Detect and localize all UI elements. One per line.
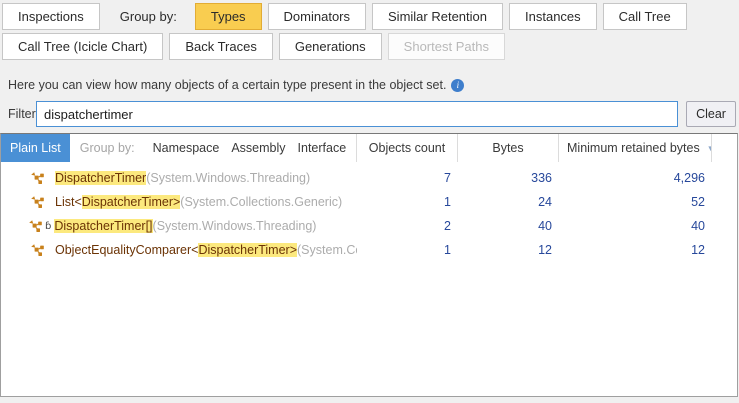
table-row[interactable]: ɓ DispatcherTimer[] (System.Windows.Thre…	[1, 214, 737, 238]
group-by-interface-link[interactable]: Interface	[298, 141, 347, 155]
bytes-header-label: Bytes	[492, 141, 523, 155]
min-retained-value: 52	[559, 195, 712, 209]
name-column-header: Plain List Group by: Namespace Assembly …	[1, 134, 357, 162]
grid-header: Plain List Group by: Namespace Assembly …	[1, 134, 737, 162]
type-name-match: DispatcherTimer>	[198, 243, 297, 257]
type-name-prefix: ObjectEqualityComparer<	[55, 243, 198, 257]
group-by-namespace-link[interactable]: Namespace	[153, 141, 220, 155]
tab-generations[interactable]: Generations	[279, 33, 382, 60]
min-retained-value: 12	[559, 243, 712, 257]
table-row[interactable]: DispatcherTimer (System.Windows.Threadin…	[1, 166, 737, 190]
group-by-label: Group by:	[106, 9, 189, 24]
tab-dominators[interactable]: Dominators	[268, 3, 366, 30]
objects-count-header-label: Objects count	[369, 141, 445, 155]
view-description: Here you can view how many objects of a …	[8, 78, 464, 92]
tab-call-tree[interactable]: Call Tree	[603, 3, 687, 30]
type-namespace: (System.Col	[297, 243, 357, 257]
grid-body: DispatcherTimer (System.Windows.Threadin…	[1, 162, 737, 262]
types-grid: Plain List Group by: Namespace Assembly …	[0, 133, 738, 397]
view-tabs-row-2: Call Tree (Icicle Chart) Back Traces Gen…	[2, 33, 505, 60]
objects-count-value: 2	[357, 219, 458, 233]
type-name-match: DispatcherTimer	[55, 171, 146, 185]
bytes-value: 12	[458, 243, 559, 257]
group-by-assembly-link[interactable]: Assembly	[231, 141, 285, 155]
objects-count-value: 7	[357, 171, 458, 185]
bytes-column-header[interactable]: Bytes	[458, 134, 559, 162]
type-icon	[30, 195, 45, 209]
type-icon	[30, 243, 45, 257]
tab-similar-retention[interactable]: Similar Retention	[372, 3, 503, 30]
tab-inspections[interactable]: Inspections	[2, 3, 100, 30]
tab-call-tree-icicle-chart[interactable]: Call Tree (Icicle Chart)	[2, 33, 163, 60]
plain-list-toggle[interactable]: Plain List	[1, 134, 70, 162]
bytes-value: 336	[458, 171, 559, 185]
filter-input[interactable]	[36, 101, 678, 127]
dotmemory-type-list-panel: Inspections Group by: Types Dominators S…	[0, 0, 739, 403]
bytes-value: 24	[458, 195, 559, 209]
tab-back-traces[interactable]: Back Traces	[169, 33, 273, 60]
type-name-prefix: List<	[55, 195, 82, 209]
type-icon	[30, 171, 45, 185]
type-name-match: DispatcherTimer[]	[54, 219, 152, 233]
description-text: Here you can view how many objects of a …	[8, 78, 446, 92]
filter-label: Filter:	[8, 107, 36, 121]
type-namespace: (System.Windows.Threading)	[146, 171, 310, 185]
objects-count-column-header[interactable]: Objects count	[357, 134, 458, 162]
header-spacer	[712, 134, 737, 162]
tab-types[interactable]: Types	[195, 3, 262, 30]
type-namespace: (System.Collections.Generic)	[180, 195, 342, 209]
type-namespace: (System.Windows.Threading)	[153, 219, 317, 233]
min-retained-value: 4,296	[559, 171, 712, 185]
min-retained-bytes-column-header[interactable]: Minimum retained bytes ▼	[559, 134, 712, 162]
filter-row: Filter: Clear	[0, 100, 739, 128]
table-row[interactable]: ObjectEqualityComparer<DispatcherTimer> …	[1, 238, 737, 262]
min-retained-value: 40	[559, 219, 712, 233]
min-retained-header-label: Minimum retained bytes	[567, 141, 700, 155]
objects-count-value: 1	[357, 243, 458, 257]
clear-filter-button[interactable]: Clear	[686, 101, 736, 127]
tab-shortest-paths: Shortest Paths	[388, 33, 505, 60]
type-icon	[28, 219, 43, 233]
tab-instances[interactable]: Instances	[509, 3, 597, 30]
bytes-value: 40	[458, 219, 559, 233]
table-row[interactable]: List<DispatcherTimer> (System.Collection…	[1, 190, 737, 214]
info-icon[interactable]: i	[451, 79, 464, 92]
type-name-match: DispatcherTimer>	[82, 195, 181, 209]
array-badge-icon: ɓ	[45, 221, 51, 232]
view-tabs-row-1: Inspections Group by: Types Dominators S…	[2, 3, 687, 30]
grid-group-by-label: Group by:	[80, 141, 135, 155]
objects-count-value: 1	[357, 195, 458, 209]
